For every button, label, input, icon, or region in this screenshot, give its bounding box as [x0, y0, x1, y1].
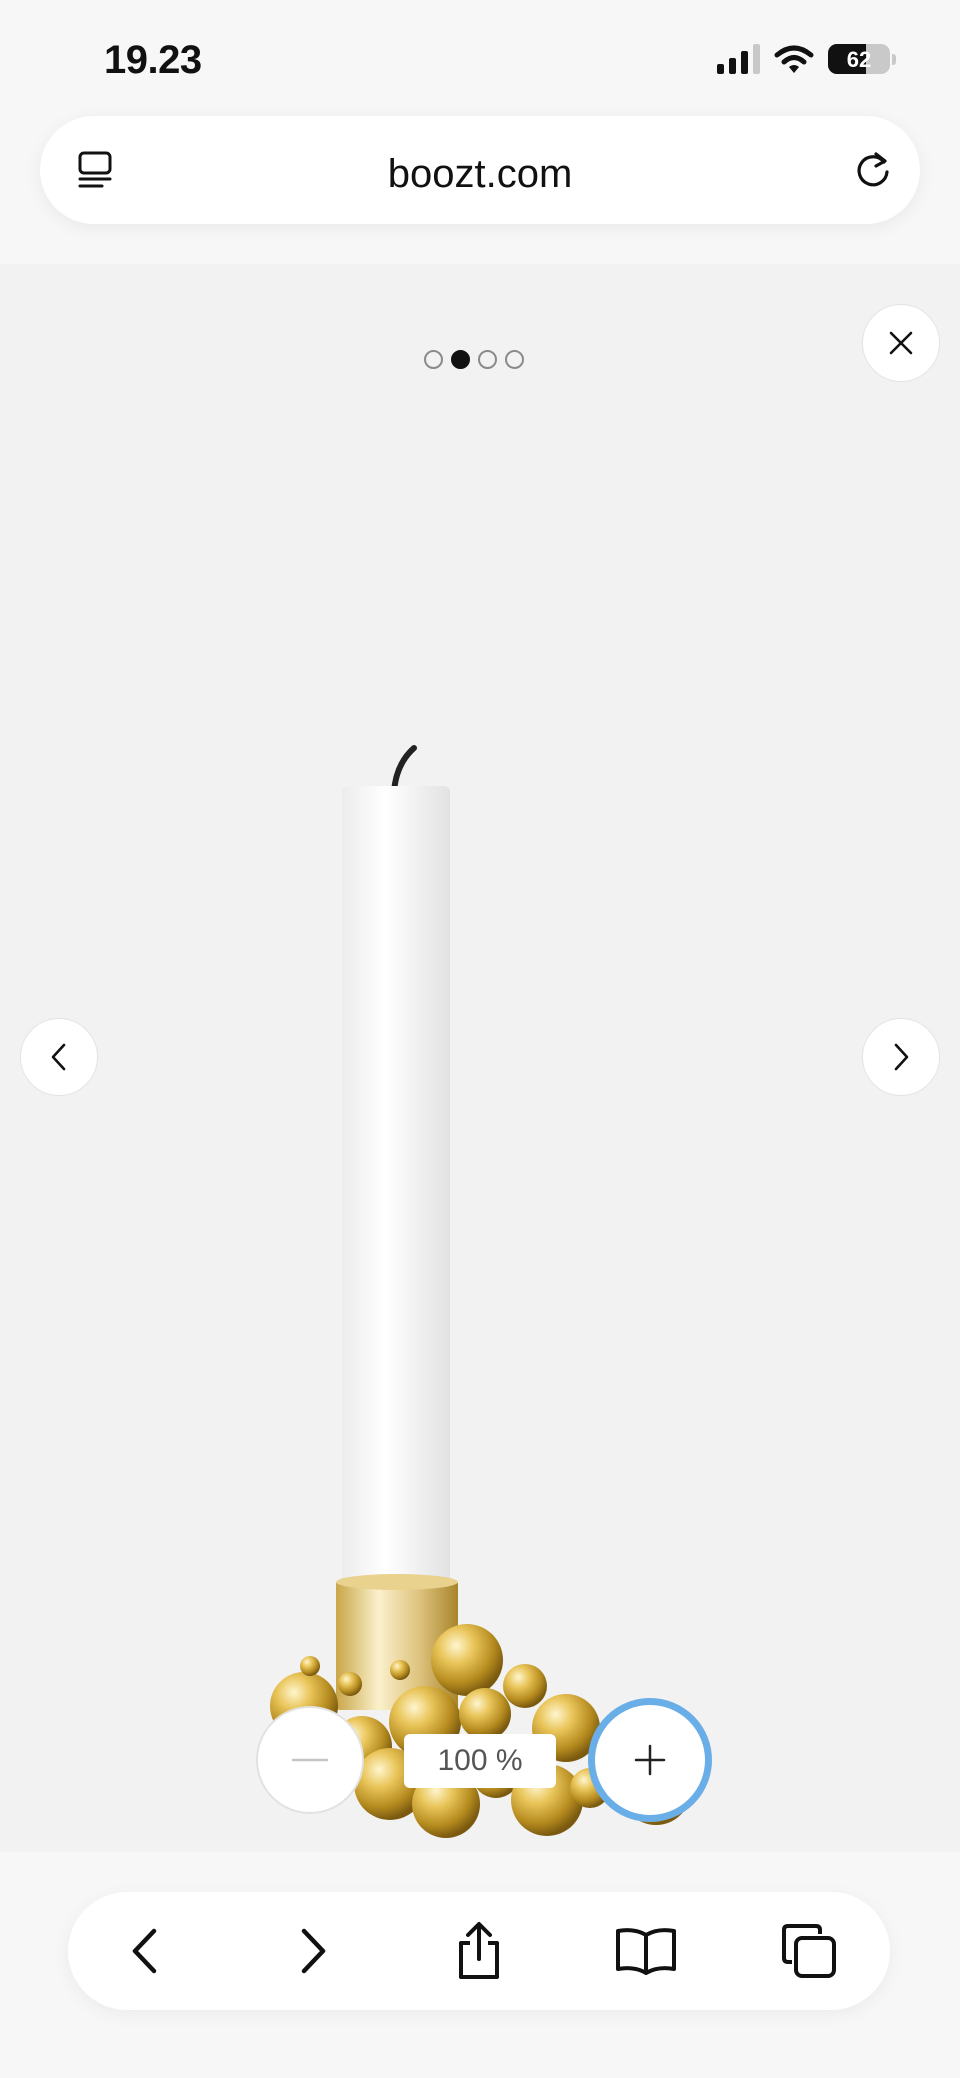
previous-image-button[interactable]: [20, 1018, 98, 1096]
browser-toolbar: [68, 1892, 890, 2010]
status-time: 19.23: [104, 38, 202, 82]
share-button[interactable]: [446, 1918, 512, 1984]
address-bar[interactable]: boozt.com: [40, 116, 920, 224]
zoom-in-button[interactable]: [588, 1698, 712, 1822]
battery-icon: 62: [828, 44, 890, 74]
bookmarks-button[interactable]: [613, 1918, 679, 1984]
tabs-icon: [782, 1924, 836, 1978]
wifi-icon: [774, 45, 814, 73]
browser-toolbar-area: [0, 1852, 960, 2078]
minus-icon: [292, 1758, 328, 1762]
browser-address-area: boozt.com: [0, 112, 960, 264]
pagination-dot[interactable]: [505, 350, 524, 369]
share-icon: [459, 1922, 499, 1979]
zoom-level: 100 %: [404, 1734, 556, 1788]
close-button[interactable]: [862, 304, 940, 382]
back-button[interactable]: [112, 1918, 178, 1984]
url-text[interactable]: boozt.com: [40, 152, 920, 197]
zoom-out-button[interactable]: [256, 1706, 364, 1814]
battery-nub: [892, 53, 896, 65]
forward-icon: [301, 1928, 326, 1974]
status-icons: 62: [717, 44, 896, 74]
forward-button[interactable]: [280, 1918, 346, 1984]
plus-icon: [634, 1744, 666, 1776]
chevron-left-icon: [51, 1043, 66, 1071]
pagination-dots: [424, 350, 524, 369]
bookmarks-icon: [616, 1928, 676, 1975]
next-image-button[interactable]: [862, 1018, 940, 1096]
pagination-dot[interactable]: [424, 350, 443, 369]
cellular-signal-icon: [717, 44, 760, 74]
back-icon: [132, 1928, 157, 1974]
status-bar: 19.23 62: [0, 0, 960, 112]
chevron-right-icon: [894, 1043, 909, 1071]
close-icon: [889, 331, 913, 355]
pagination-dot[interactable]: [478, 350, 497, 369]
image-viewer: 100 %: [0, 264, 960, 1852]
reload-icon[interactable]: [850, 148, 896, 194]
pagination-dot-active[interactable]: [451, 350, 470, 369]
battery-level: 62: [846, 47, 872, 72]
tabs-button[interactable]: [776, 1918, 842, 1984]
zoom-controls: 100 %: [0, 1690, 960, 1822]
